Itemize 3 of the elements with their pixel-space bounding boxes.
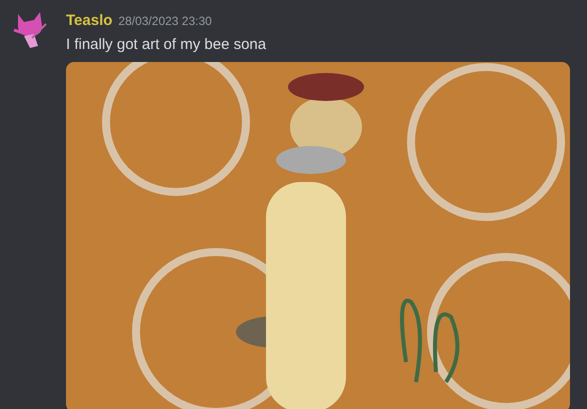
timestamp: 28/03/2023 23:30 bbox=[118, 13, 212, 30]
message-text: I finally got art of my bee sona bbox=[66, 34, 268, 54]
username[interactable]: Teaslo bbox=[66, 10, 112, 32]
